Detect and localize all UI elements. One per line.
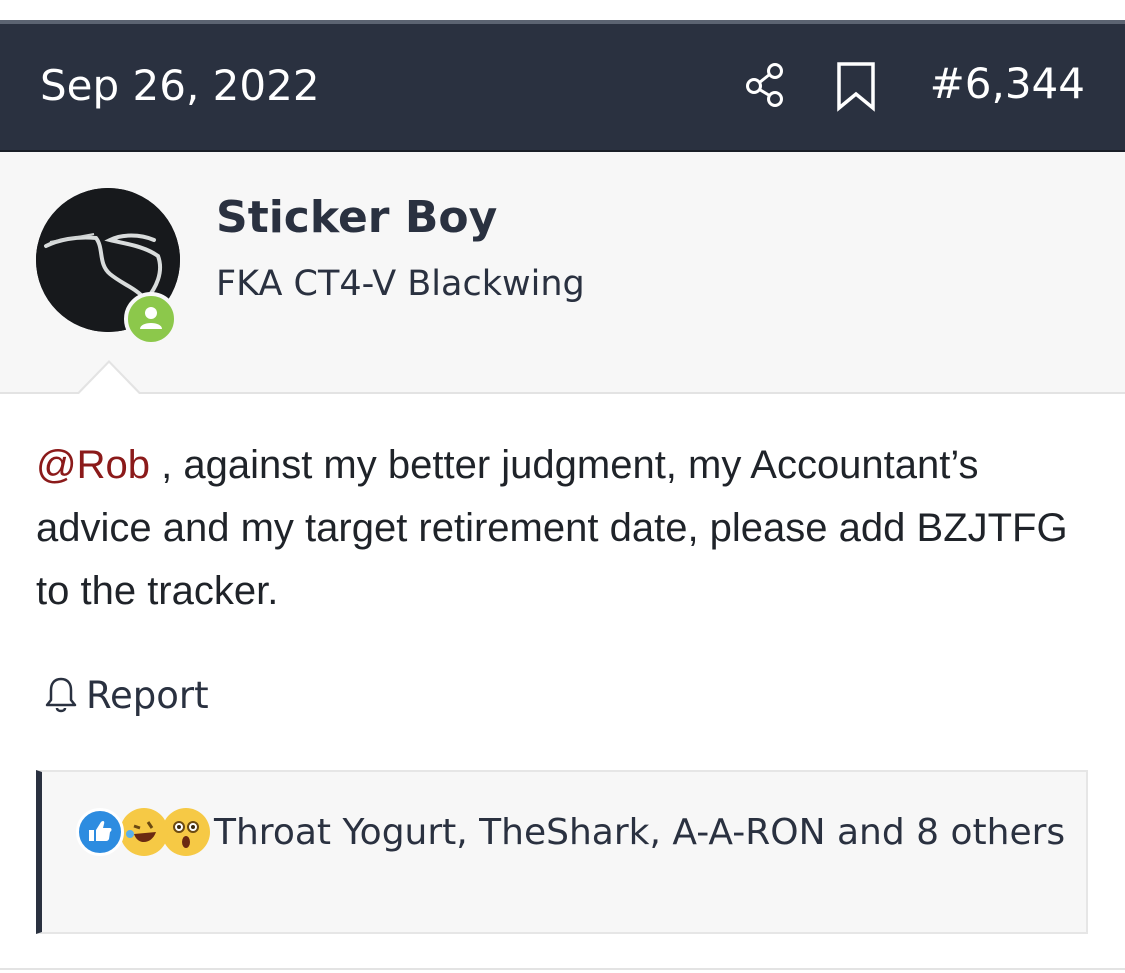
share-icon[interactable]: [742, 60, 790, 108]
user-title: FKA CT4-V Blackwing: [216, 264, 585, 304]
divider: [0, 968, 1125, 970]
online-status-icon: [124, 292, 178, 346]
post-number-link[interactable]: #6,344: [930, 58, 1085, 110]
like-icon: [76, 808, 124, 856]
message-pointer-inner: [78, 363, 140, 395]
haha-icon: [120, 808, 168, 856]
wow-icon: [162, 808, 210, 856]
post-text: , against my better judgment, my Account…: [36, 443, 1068, 613]
report-button[interactable]: Report: [42, 670, 209, 720]
post-body: @Rob , against my better judgment, my Ac…: [36, 434, 1096, 623]
reactions-bar: Throat Yogurt, TheShark, A-A-RON and 8 o…: [36, 770, 1088, 934]
report-label: Report: [86, 673, 209, 717]
reaction-summary[interactable]: Throat Yogurt, TheShark, A-A-RON and 8 o…: [74, 808, 1074, 858]
bell-icon: [45, 677, 77, 713]
post-header: Sep 26, 2022 #6,344: [0, 20, 1125, 152]
bookmark-icon[interactable]: [832, 60, 880, 112]
mention-link[interactable]: @Rob: [36, 443, 150, 487]
post-date[interactable]: Sep 26, 2022: [40, 60, 320, 112]
reaction-icons[interactable]: [76, 808, 210, 856]
username[interactable]: Sticker Boy: [216, 190, 497, 246]
